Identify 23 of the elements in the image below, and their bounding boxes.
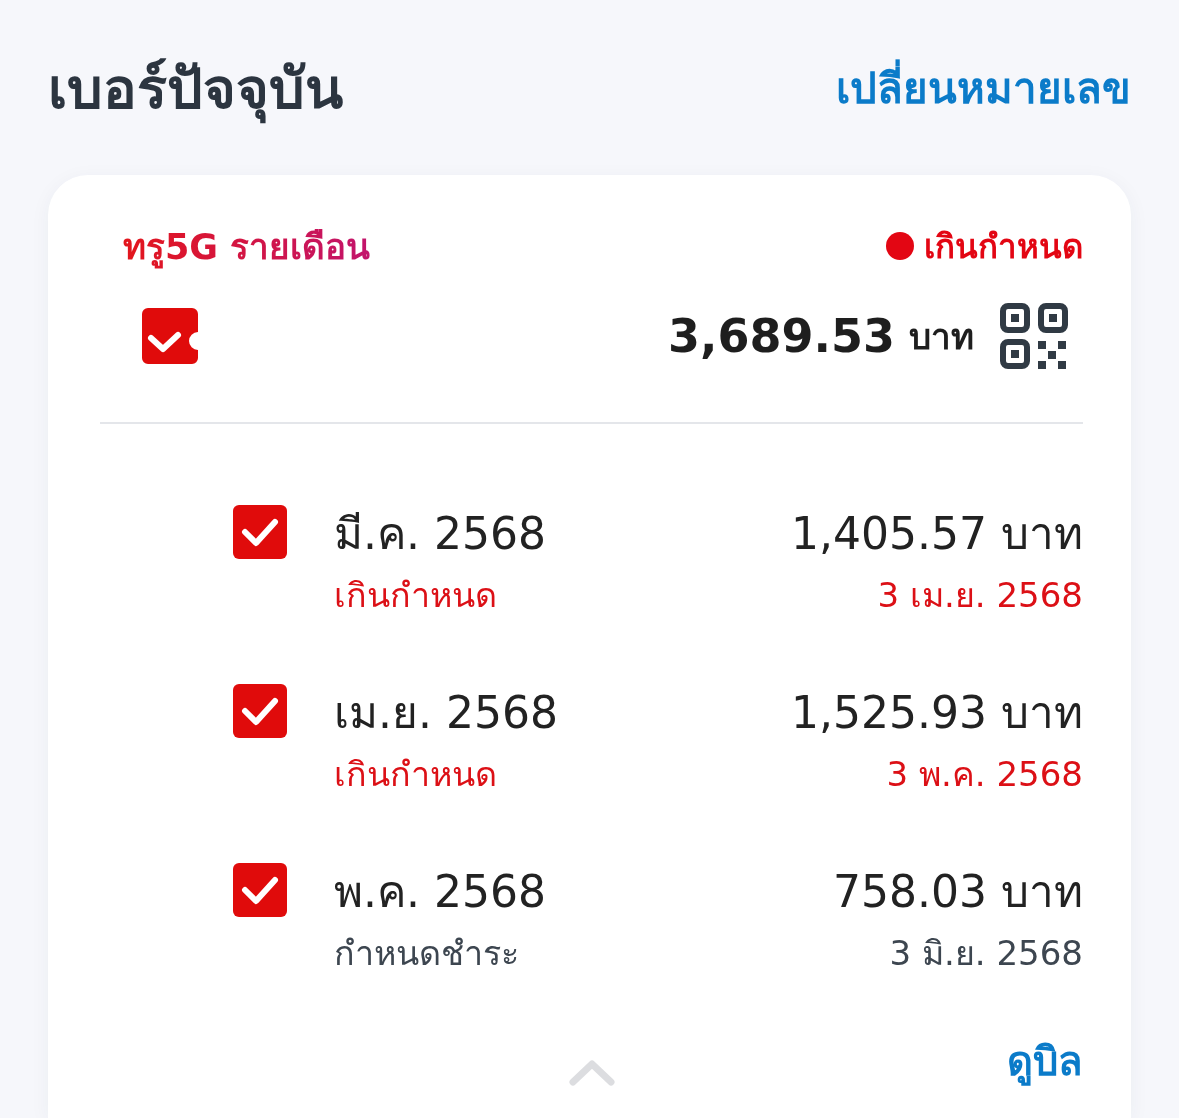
bill-status: เกินกำหนด: [334, 574, 497, 617]
notched-checkbox-icon[interactable]: [142, 308, 198, 364]
status-label: เกินกำหนด: [924, 225, 1083, 268]
page-title: เบอร์ปัจจุบัน: [48, 43, 343, 133]
change-number-link[interactable]: เปลี่ยนหมายเลข: [836, 55, 1131, 121]
due-date: 3 มิ.ย. 2568: [889, 932, 1083, 975]
bill-status: กำหนดชำระ: [334, 932, 519, 975]
bill-amount: 1,405.57 บาท: [791, 507, 1083, 561]
due-date: 3 เม.ย. 2568: [877, 574, 1083, 617]
bill-amount: 758.03 บาท: [833, 865, 1083, 919]
bill-month: เม.ย. 2568: [334, 686, 559, 740]
total-amount: 3,689.53: [668, 309, 895, 363]
checked-checkbox[interactable]: [233, 505, 287, 559]
bill-month: มี.ค. 2568: [334, 507, 547, 561]
bill-month: พ.ค. 2568: [334, 865, 547, 919]
checked-checkbox[interactable]: [233, 863, 287, 917]
checked-checkbox[interactable]: [233, 684, 287, 738]
currency-label: บาท: [909, 315, 974, 359]
qr-code-icon[interactable]: [1000, 303, 1068, 369]
view-bill-link[interactable]: ดูบิล: [1007, 1029, 1083, 1093]
due-date: 3 พ.ค. 2568: [886, 753, 1083, 796]
bill-amount: 1,525.93 บาท: [791, 686, 1083, 740]
bill-status: เกินกำหนด: [334, 753, 497, 796]
